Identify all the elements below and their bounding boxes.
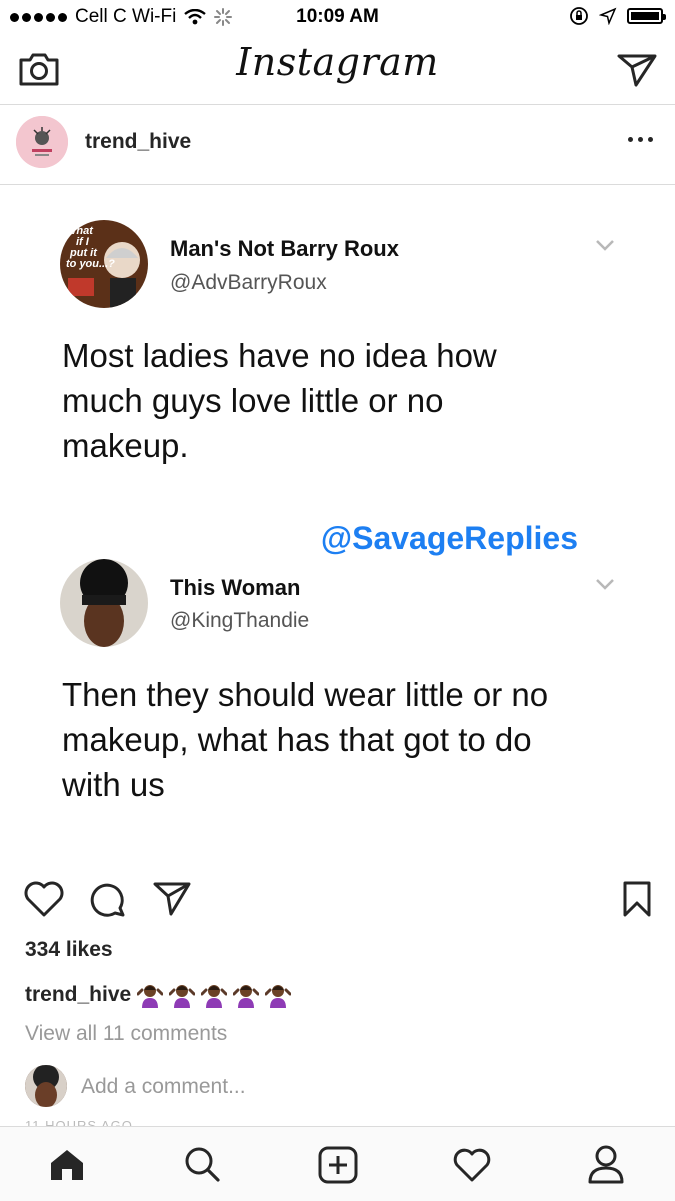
avatar-text-line: to you...?: [66, 258, 115, 270]
watermark-handle: @SavageReplies: [320, 520, 578, 556]
tweet1-author-name: Man's Not Barry Roux: [170, 236, 399, 261]
comment-bubble-icon[interactable]: [88, 880, 128, 918]
tweet2-text-line: makeup, what has that got to do: [62, 721, 532, 758]
orientation-lock-icon: [570, 7, 588, 25]
author-username[interactable]: trend_hive: [85, 130, 191, 154]
avatar-text-line: What: [66, 225, 93, 237]
bookmark-save-icon[interactable]: [621, 880, 653, 918]
tweet1-avatar: What if I put it to you...?: [60, 220, 148, 308]
tweet2-text: Then they should wear little or no makeu…: [62, 672, 662, 807]
tweet2-text-line: with us: [62, 766, 165, 803]
more-options-icon[interactable]: [628, 137, 653, 142]
tweet1-text: Most ladies have no idea how much guys l…: [62, 333, 622, 468]
like-heart-icon[interactable]: [23, 880, 65, 918]
woman-shrugging-emoji-icon: [265, 985, 292, 1008]
tweet1-text-line: Most ladies have no idea how: [62, 337, 497, 374]
tweet1-text-line: much guys love little or no: [62, 382, 444, 419]
tweet1-author-handle: @AdvBarryRoux: [170, 271, 327, 294]
status-bar: Cell C Wi-Fi 10:09 AM: [0, 0, 675, 34]
direct-send-icon[interactable]: [616, 52, 658, 88]
post-caption: trend_hive: [25, 982, 292, 1008]
woman-shrugging-emoji-icon: [169, 985, 196, 1008]
trend-hive-logo-icon: [16, 116, 68, 168]
tweet2-author-name: This Woman: [170, 575, 301, 600]
tweet2-avatar: [60, 559, 148, 647]
chevron-down-icon: [596, 579, 614, 590]
post-time-ago: 11 HOURS AGO: [25, 1118, 133, 1126]
add-post-icon[interactable]: [318, 1146, 358, 1184]
add-comment-input[interactable]: Add a comment...: [81, 1075, 246, 1099]
share-send-icon[interactable]: [152, 880, 192, 918]
activity-heart-icon[interactable]: [452, 1147, 492, 1183]
current-user-avatar: [25, 1065, 67, 1107]
woman-shrugging-emoji-icon: [233, 985, 260, 1008]
author-avatar[interactable]: [16, 116, 68, 168]
profile-icon[interactable]: [587, 1144, 625, 1184]
status-right: [569, 6, 666, 26]
app-title: Instagram: [236, 40, 439, 84]
caption-emoji-row: [137, 982, 292, 1008]
home-icon[interactable]: [48, 1147, 86, 1183]
woman-shrugging-emoji-icon: [201, 985, 228, 1008]
search-icon[interactable]: [183, 1145, 221, 1183]
chevron-down-icon: [596, 240, 614, 251]
caption-username[interactable]: trend_hive: [25, 983, 131, 1007]
post-header: trend_hive: [0, 104, 675, 185]
tweet1-text-line: makeup.: [62, 427, 189, 464]
top-navbar: Instagram: [0, 34, 675, 105]
tweet2-author-handle: @KingThandie: [170, 609, 310, 632]
view-all-comments-link[interactable]: View all 11 comments: [25, 1022, 227, 1046]
tweet2-text-line: Then they should wear little or no: [62, 676, 549, 713]
battery-icon: [627, 8, 666, 24]
location-arrow-icon: [599, 7, 617, 25]
likes-count[interactable]: 334 likes: [25, 938, 113, 962]
woman-shrugging-emoji-icon: [137, 985, 164, 1008]
bottom-tab-bar: [0, 1126, 675, 1201]
